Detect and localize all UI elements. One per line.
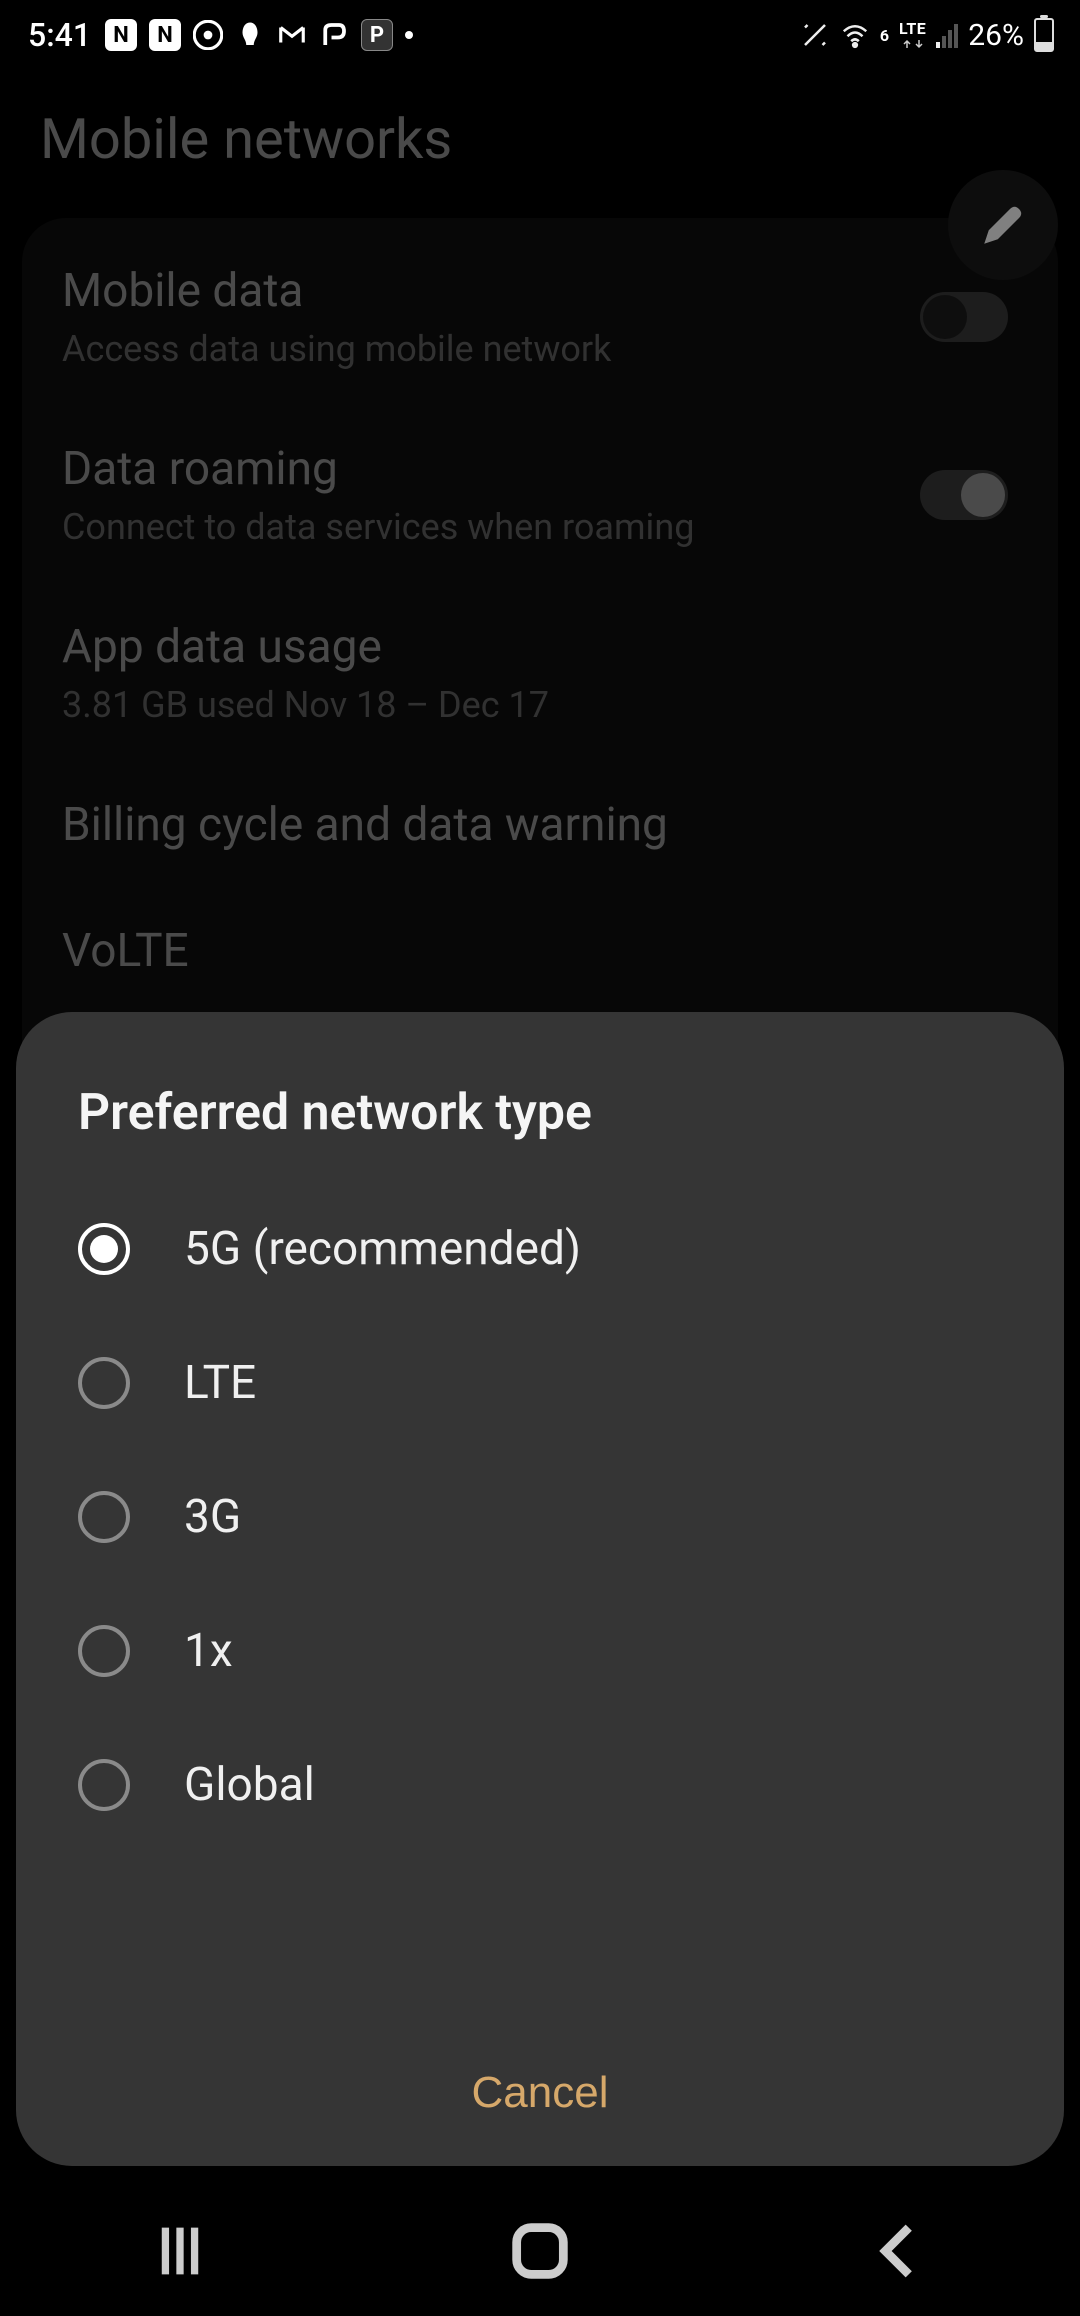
volte-row[interactable]: VoLTE — [22, 888, 1058, 978]
dialog-title: Preferred network type — [16, 1084, 1064, 1182]
option-label: LTE — [184, 1356, 256, 1410]
app-data-usage-subtitle: 3.81 GB used Nov 18 – Dec 17 — [62, 684, 549, 726]
option-label: 3G — [184, 1490, 241, 1544]
option-lte[interactable]: LTE — [16, 1316, 1064, 1450]
mobile-data-subtitle: Access data using mobile network — [62, 328, 611, 370]
more-notifications-icon — [405, 31, 413, 39]
home-button[interactable] — [505, 2216, 575, 2286]
signal-icon — [936, 22, 958, 48]
edit-fab[interactable] — [948, 170, 1058, 280]
mobile-data-row[interactable]: Mobile data Access data using mobile net… — [22, 228, 1058, 406]
cancel-button[interactable]: Cancel — [472, 2068, 609, 2118]
status-right: 6 LTE 26% — [800, 18, 1054, 53]
dialog-actions: Cancel — [16, 2036, 1064, 2166]
messenger-icon: N — [105, 19, 137, 51]
data-roaming-toggle[interactable] — [920, 470, 1008, 520]
battery-icon — [1034, 18, 1054, 52]
status-notif-icons: N N P — [105, 19, 413, 51]
option-label: Global — [184, 1758, 315, 1812]
data-roaming-subtitle: Connect to data services when roaming — [62, 506, 694, 548]
status-left: 5:41 N N P — [28, 16, 413, 54]
radio-icon — [78, 1357, 130, 1409]
data-arrows-icon — [900, 39, 926, 49]
battery-percent: 26% — [968, 18, 1024, 53]
preferred-network-dialog: Preferred network type 5G (recommended) … — [16, 1012, 1064, 2166]
mobile-data-toggle[interactable] — [920, 292, 1008, 342]
option-3g[interactable]: 3G — [16, 1450, 1064, 1584]
back-button[interactable] — [865, 2216, 935, 2286]
page-title: Mobile networks — [0, 80, 1080, 218]
gmail-icon — [277, 20, 307, 50]
radio-icon — [78, 1759, 130, 1811]
radio-icon — [78, 1625, 130, 1677]
wifi-badge: 6 — [880, 26, 889, 45]
parler-icon — [319, 20, 349, 50]
option-label: 1x — [184, 1624, 233, 1678]
network-type-label: LTE — [899, 21, 926, 37]
billing-cycle-row[interactable]: Billing cycle and data warning — [22, 762, 1058, 888]
wifi-icon — [840, 20, 870, 50]
option-global[interactable]: Global — [16, 1718, 1064, 1852]
recents-button[interactable] — [145, 2216, 215, 2286]
messenger-icon-2: N — [149, 19, 181, 51]
billing-cycle-title: Billing cycle and data warning — [62, 798, 668, 852]
option-1x[interactable]: 1x — [16, 1584, 1064, 1718]
data-roaming-title: Data roaming — [62, 442, 694, 496]
dialog-options: 5G (recommended) LTE 3G 1x Global — [16, 1182, 1064, 2036]
mobile-data-title: Mobile data — [62, 264, 611, 318]
data-roaming-row[interactable]: Data roaming Connect to data services wh… — [22, 406, 1058, 584]
system-nav-bar — [0, 2186, 1080, 2316]
radio-icon — [78, 1223, 130, 1275]
option-5g[interactable]: 5G (recommended) — [16, 1182, 1064, 1316]
app-icon-p: P — [361, 19, 393, 51]
option-label: 5G (recommended) — [184, 1222, 581, 1276]
app-icon-4 — [235, 20, 265, 50]
status-time: 5:41 — [28, 16, 91, 54]
cellular-group: LTE — [899, 21, 926, 49]
app-data-usage-row[interactable]: App data usage 3.81 GB used Nov 18 – Dec… — [22, 584, 1058, 762]
status-bar: 5:41 N N P 6 LTE — [0, 0, 1080, 70]
app-data-usage-title: App data usage — [62, 620, 549, 674]
pinterest-icon — [193, 20, 223, 50]
volte-title: VoLTE — [62, 924, 189, 978]
radio-icon — [78, 1491, 130, 1543]
nfc-pen-icon — [800, 20, 830, 50]
